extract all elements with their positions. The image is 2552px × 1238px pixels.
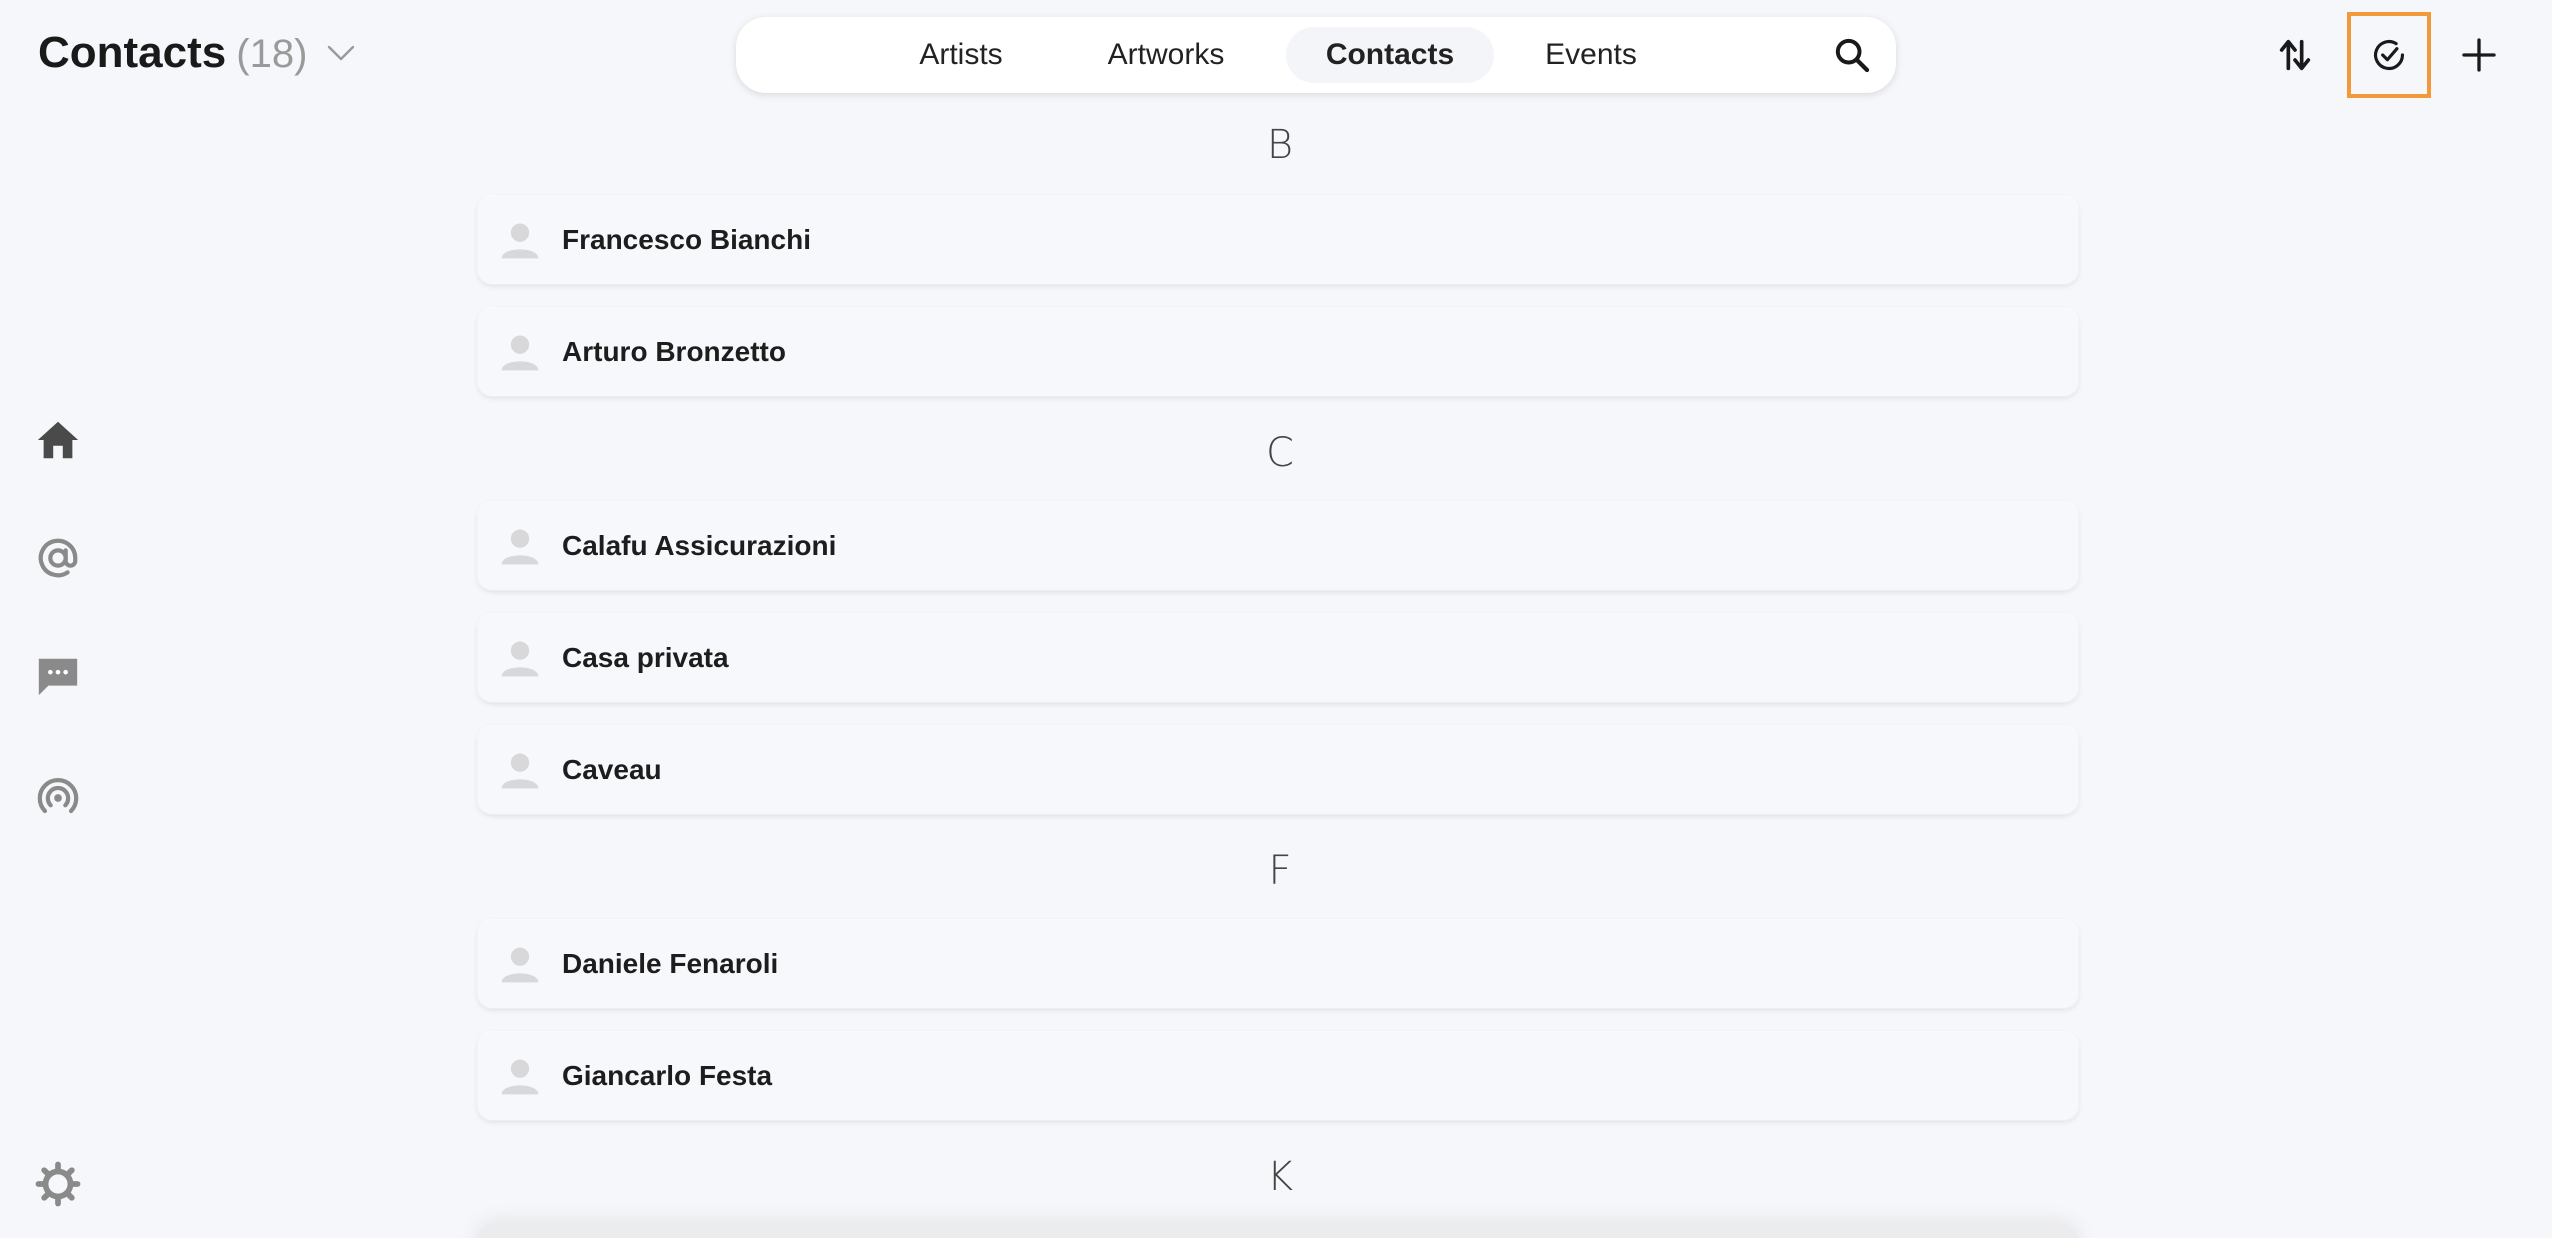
gear-icon <box>35 1161 81 1207</box>
person-icon <box>501 947 539 983</box>
select-button[interactable] <box>2347 12 2431 98</box>
sort-icon <box>2279 39 2311 71</box>
at-sign-icon <box>38 538 78 578</box>
contact-card[interactable]: Daniele Fenaroli <box>478 920 2078 1008</box>
main-tabs: Artists Artworks Contacts Events <box>736 17 1896 93</box>
person-icon <box>501 223 539 259</box>
section-letter-c: C <box>1266 430 1294 476</box>
contact-card[interactable]: Francesco Bianchi <box>478 196 2078 284</box>
contact-name: Giancarlo Festa <box>562 1060 773 1091</box>
tab-events[interactable]: Events <box>1516 27 1666 83</box>
sidebar-item-mentions[interactable] <box>32 532 84 584</box>
chat-icon <box>38 658 78 696</box>
broadcast-icon <box>37 778 79 814</box>
contacts-page: Contacts (18) Artists Artworks Contacts … <box>0 0 2552 1238</box>
section-letter-k: K <box>1266 1154 1294 1200</box>
contact-name: Casa privata <box>562 642 729 673</box>
sidebar-settings[interactable] <box>32 1158 84 1210</box>
home-icon <box>37 421 79 459</box>
person-icon <box>501 641 539 677</box>
sort-button[interactable] <box>2260 20 2330 90</box>
person-icon <box>501 1059 539 1095</box>
page-title-group[interactable]: Contacts (18) <box>38 28 359 78</box>
contact-name: Caveau <box>562 754 662 785</box>
tab-artists[interactable]: Artists <box>886 27 1036 83</box>
contacts-count: (18) <box>236 32 308 76</box>
sidebar-item-home[interactable] <box>32 414 84 466</box>
tab-artworks[interactable]: Artworks <box>1076 27 1256 83</box>
contact-name: Arturo Bronzetto <box>562 336 786 367</box>
contact-card[interactable]: Calafu Assicurazioni <box>478 502 2078 590</box>
search-icon[interactable] <box>1832 35 1872 75</box>
contact-name: Calafu Assicurazioni <box>562 530 837 561</box>
contact-name: Daniele Fenaroli <box>562 948 779 979</box>
contact-card[interactable]: Casa privata <box>478 614 2078 702</box>
section-letter-b: B <box>1266 122 1294 168</box>
sidebar-item-broadcast[interactable] <box>32 772 84 824</box>
tab-contacts[interactable]: Contacts <box>1286 27 1494 83</box>
section-letter-f: F <box>1268 848 1292 894</box>
page-title: Contacts <box>38 28 227 77</box>
contact-card[interactable]: Caveau <box>478 726 2078 814</box>
person-icon <box>501 753 539 789</box>
contact-card[interactable]: Giancarlo Festa <box>478 1032 2078 1120</box>
sidebar-item-messages[interactable] <box>32 650 84 702</box>
chevron-down-icon[interactable] <box>323 35 359 71</box>
person-icon <box>501 529 539 565</box>
contact-card[interactable]: Arturo Bronzetto <box>478 308 2078 396</box>
person-icon <box>501 335 539 371</box>
plus-icon <box>2462 38 2496 72</box>
contact-card-partial[interactable] <box>478 1225 2078 1238</box>
contact-name: Francesco Bianchi <box>562 224 811 255</box>
check-circle-icon <box>2373 40 2405 71</box>
add-contact-button[interactable] <box>2444 20 2514 90</box>
